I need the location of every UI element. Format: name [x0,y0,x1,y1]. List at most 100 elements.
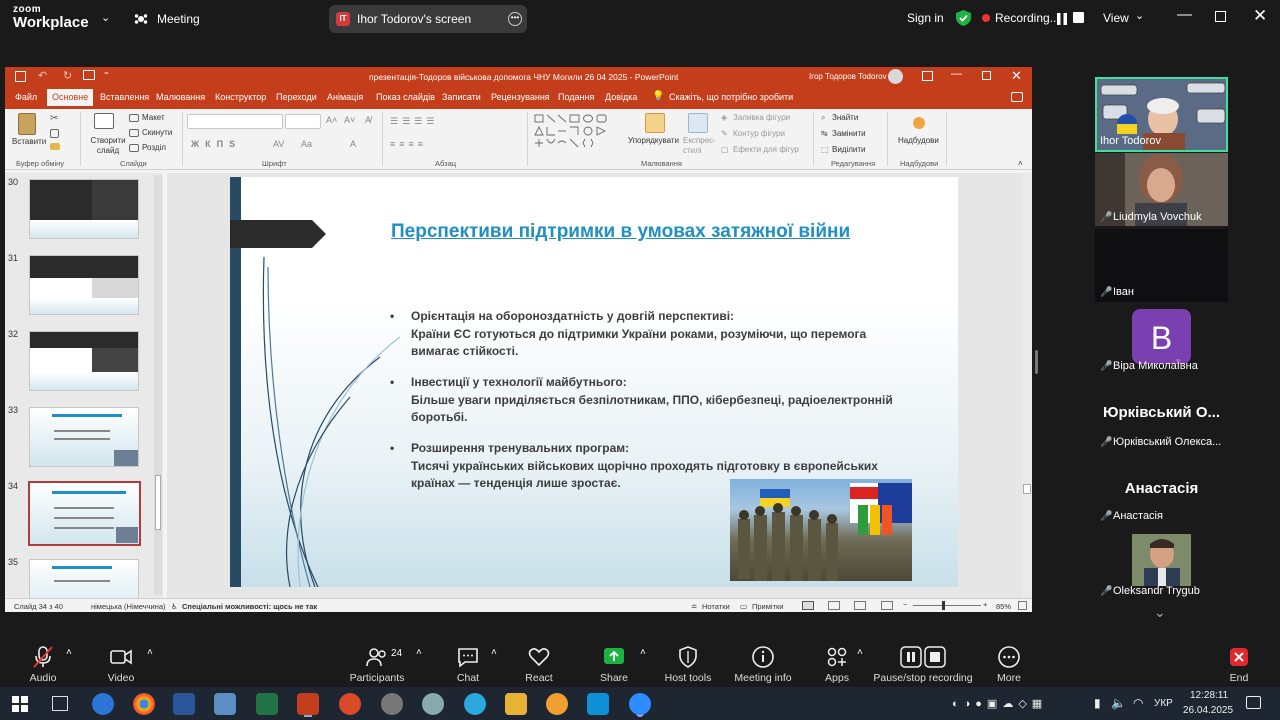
section-icon[interactable] [129,144,139,152]
tab-animations[interactable]: Анімація [327,92,363,102]
app-red-icon[interactable] [339,693,361,715]
tab-file[interactable]: Файл [15,92,37,102]
more-button[interactable]: More [964,645,1054,684]
shape-effects-button[interactable]: Ефекти для фігур [733,145,799,154]
windows-start-icon[interactable] [12,696,28,712]
slide-thumbnail-33[interactable] [29,407,139,467]
addins-icon[interactable] [913,117,925,129]
normal-view-icon[interactable] [802,601,814,610]
notes-app-icon[interactable] [214,693,236,715]
notifications-icon[interactable] [1246,696,1261,709]
find-button[interactable]: Знайти [832,113,858,122]
list-buttons[interactable]: ☰☰☰☰ [390,116,438,127]
tab-help[interactable]: Довідка [605,92,637,102]
pause-recording-icon[interactable] [1056,12,1068,25]
wifi-icon[interactable]: ◠ [1133,696,1143,710]
tab-home[interactable]: Основне [47,89,94,106]
outline-icon[interactable]: ✎ [721,129,728,138]
present-icon[interactable] [83,70,95,80]
grow-font-icon[interactable]: A˄ [326,115,337,125]
redo-icon[interactable]: ↻ [63,69,72,82]
tab-slideshow[interactable]: Показ слайдів [376,92,435,102]
participants-options-icon[interactable]: ˄ [416,647,422,658]
video-options-icon[interactable]: ˄ [147,647,153,658]
zoom-level[interactable]: 85% [996,602,1011,611]
shapes-gallery[interactable] [533,113,613,155]
view-chevron-icon[interactable]: ⌄ [1135,9,1144,22]
zoom-slider[interactable] [913,601,981,610]
zoom-out-icon[interactable]: − [903,600,907,609]
more-options-icon[interactable]: ••• [508,12,522,26]
end-button[interactable]: End [1194,645,1280,684]
clock-time[interactable]: 12:28:11 [1190,690,1228,701]
font-name-box[interactable] [187,114,283,129]
paste-button[interactable]: Вставити [12,137,46,146]
scroll-down-icon[interactable]: ⌄ [1154,604,1166,621]
new-slide-icon[interactable] [94,113,114,129]
meeting-label[interactable]: Meeting [157,12,200,26]
notes-button[interactable]: Нотатки [702,602,730,611]
fill-icon[interactable]: ◈ [721,113,727,122]
tell-me-box[interactable]: Скажіть, що потрібно зробити [669,92,793,102]
ppt-minimize-icon[interactable]: — [951,68,962,80]
ppt-close-icon[interactable]: ✕ [1011,68,1022,84]
layout-icon[interactable] [129,114,139,122]
tab-view[interactable]: Подання [558,92,594,102]
comments-button[interactable]: Примітки [752,602,783,611]
audio-options-icon[interactable]: ˄ [66,647,72,658]
slide-thumbnail-34[interactable] [28,481,141,546]
apps-options-icon[interactable]: ˄ [857,647,863,658]
copy-icon[interactable] [50,129,59,138]
font-style-buttons[interactable]: ЖКПS [191,139,241,149]
slide-thumbnail-32[interactable] [29,331,139,391]
tab-design[interactable]: Конструктор [215,92,266,102]
reset-button[interactable]: Скинути [142,128,172,137]
slide-thumbnails-pane[interactable]: 30 31 32 33 34 35 [5,173,163,612]
zoom-workplace-logo[interactable]: zoom Workplace [13,5,89,31]
powerpoint-icon[interactable] [297,693,319,715]
stop-recording-icon[interactable] [1073,12,1084,23]
shield-check-icon[interactable] [956,10,971,26]
slide-sorter-icon[interactable] [828,601,840,610]
participants-button[interactable]: Participants [332,645,422,684]
comments-icon[interactable] [1011,92,1023,102]
shape-outline-button[interactable]: Контур фігури [733,129,785,138]
ribbon-display-icon[interactable] [922,71,933,81]
user-name[interactable]: Ігор Тодоров Todorov [809,72,887,81]
char-spacing-icon[interactable]: AV [273,139,284,149]
new-slide-button[interactable]: Створити слайд [89,136,127,156]
screen-share-pill[interactable]: IT Ihor Todorov's screen ••• [329,5,527,33]
save-icon[interactable] [15,71,26,82]
view-menu[interactable]: View [1103,11,1129,25]
clock-date[interactable]: 26.04.2025 [1183,705,1233,716]
browser-icon[interactable] [546,693,568,715]
customize-qat-icon[interactable]: ⁼ [104,70,109,81]
telegram-icon[interactable] [464,693,486,715]
clear-format-icon[interactable]: A̸ [365,115,371,125]
word-icon[interactable] [173,693,195,715]
task-view-icon[interactable] [52,696,68,711]
format-painter-icon[interactable] [50,143,60,150]
fit-slide-icon[interactable] [1018,601,1027,610]
quick-styles-icon[interactable] [688,113,708,133]
quick-styles-button[interactable]: Експрес-стилі [683,136,717,156]
tab-record[interactable]: Записати [442,92,481,102]
font-color-icon[interactable]: A [350,139,356,149]
shrink-font-icon[interactable]: A˅ [344,115,355,125]
thumbnails-scrollbar[interactable] [154,175,162,595]
zoom-app-icon[interactable] [629,693,651,715]
addins-button[interactable]: Надбудови [898,136,939,145]
arrange-button[interactable]: Упорядкувати [628,136,679,145]
slide-thumbnail-31[interactable] [29,255,139,315]
replace-button[interactable]: Замінити [832,129,866,138]
skype-icon[interactable] [587,693,609,715]
chevron-down-icon[interactable]: ⌄ [101,11,110,24]
reset-icon[interactable] [129,129,139,137]
zoom-in-icon[interactable]: + [983,600,987,609]
tray-icons[interactable]: ◐◑●▣☁◇▦ [952,697,1047,710]
undo-icon[interactable]: ↶ [38,69,47,82]
file-explorer-icon[interactable] [505,693,527,715]
minimize-icon[interactable]: — [1177,6,1192,23]
accessibility-status[interactable]: Спеціальні можливості: щось не так [182,602,317,611]
app-teal-icon[interactable] [422,693,444,715]
